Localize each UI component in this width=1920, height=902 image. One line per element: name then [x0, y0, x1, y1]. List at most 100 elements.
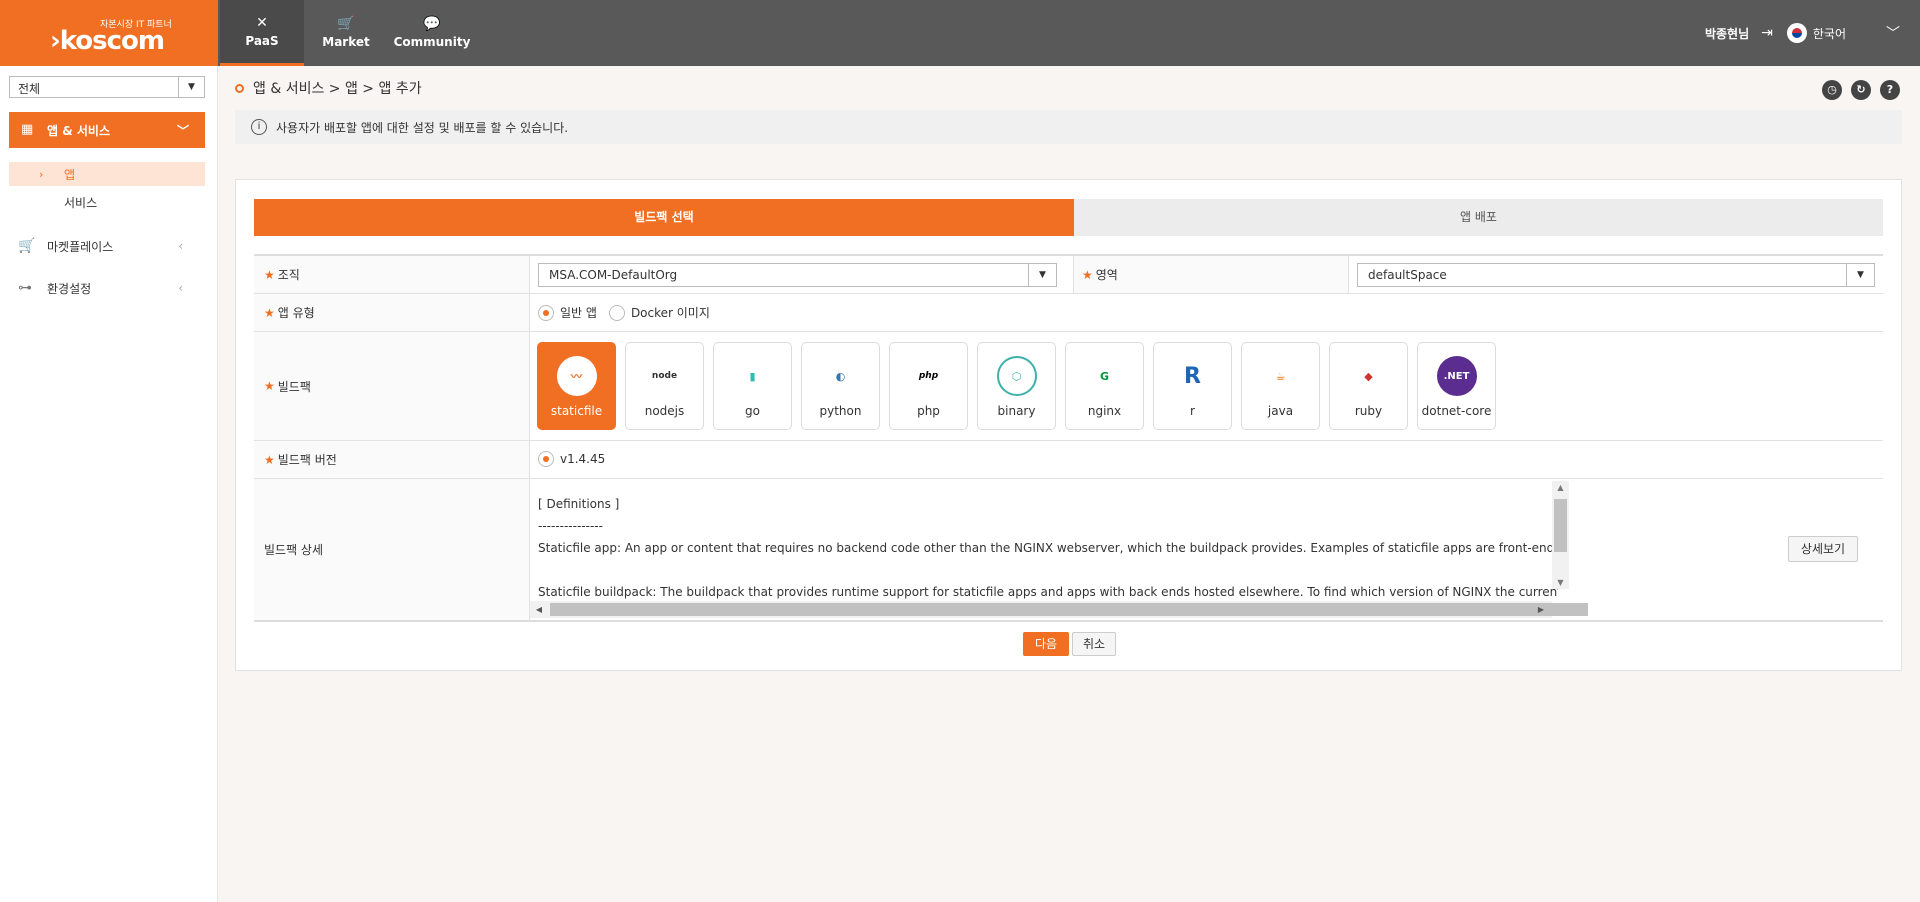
logout-icon[interactable]: ⇥	[1761, 25, 1773, 41]
breadcrumb-dot-icon	[235, 83, 244, 93]
radio-label: 일반 앱	[560, 306, 597, 320]
app-type-general-radio[interactable]: 일반 앱	[538, 304, 597, 321]
scroll-right-icon[interactable]: ▶	[1534, 601, 1548, 618]
breadcrumb: 앱 & 서비스 > 앱 > 앱 추가	[235, 78, 422, 98]
buildpack-php[interactable]: php php	[889, 342, 968, 430]
app-type-docker-radio[interactable]: Docker 이미지	[608, 304, 710, 321]
detail-line: [ Definitions ]	[538, 497, 620, 511]
detail-line: Staticfile buildpack: The buildpack that…	[538, 585, 1558, 599]
radio-label: Docker 이미지	[630, 306, 710, 320]
buildpack-java[interactable]: ☕ java	[1241, 342, 1320, 430]
horizontal-scrollbar[interactable]: ◀ ▶	[530, 601, 1588, 618]
buildpack-name: go	[745, 404, 760, 418]
nodejs-icon: node	[651, 371, 678, 381]
nav-market[interactable]: 🛒 Market	[304, 0, 388, 66]
nav-paas[interactable]: ✕ PaaS	[220, 0, 304, 66]
user-name[interactable]: 박종현님	[1705, 25, 1749, 42]
buildpack-nodejs[interactable]: node nodejs	[625, 342, 704, 430]
apps-grid-icon: ▦	[21, 122, 34, 137]
buildpack-name: r	[1190, 404, 1195, 418]
nav-paas-label: PaaS	[245, 33, 279, 48]
nginx-icon: G	[1099, 369, 1110, 383]
buildpack-detail-textarea[interactable]: [ Definitions ] --------------- Staticfi…	[530, 479, 1588, 622]
buildpack-python[interactable]: ◐ python	[801, 342, 880, 430]
buildpack-staticfile[interactable]: 〰 staticfile	[537, 342, 616, 430]
sidebar-subitem-label: 앱	[64, 167, 76, 182]
buildpack-name: nodejs	[644, 404, 685, 418]
buildpack-ruby[interactable]: ◆ ruby	[1329, 342, 1408, 430]
staticfile-icon: 〰	[556, 356, 597, 396]
scroll-down-icon[interactable]: ▼	[1552, 578, 1569, 587]
view-detail-button[interactable]: 상세보기	[1788, 536, 1858, 562]
space-select[interactable]: defaultSpace ▼	[1357, 263, 1875, 287]
refresh-icon[interactable]: ↻	[1851, 80, 1871, 100]
buildpack-r[interactable]: R r	[1153, 342, 1232, 430]
vertical-scrollbar[interactable]: ▲ ▼	[1552, 481, 1569, 589]
scroll-thumb[interactable]	[550, 603, 1588, 616]
buildpack-name: ruby	[1354, 404, 1383, 418]
main-nav: ✕ PaaS 🛒 Market 💬 Community	[220, 0, 476, 66]
caret-down-icon: ▼	[178, 77, 204, 97]
detail-line	[538, 559, 1558, 581]
php-icon: php	[918, 371, 939, 381]
korea-flag-icon	[1786, 23, 1807, 43]
cart-icon: 🛒	[18, 238, 36, 254]
koscom-logo[interactable]: 자본시장 IT 파트너 ›koscom	[0, 0, 218, 66]
sidebar-subitem-service[interactable]: 서비스	[9, 190, 205, 214]
sidebar-subitem-app[interactable]: › 앱	[9, 162, 205, 186]
language-label[interactable]: 한국어	[1813, 25, 1846, 42]
next-button[interactable]: 다음	[1023, 632, 1069, 656]
buildpack-name: dotnet-core	[1421, 404, 1492, 418]
buildpack-name: staticfile	[550, 404, 603, 418]
buildpack-dotnet-core[interactable]: .NET dotnet-core	[1417, 342, 1496, 430]
form-actions: 다음 취소	[236, 632, 1903, 656]
info-text: 사용자가 배포할 앱에 대한 설정 및 배포를 할 수 있습니다.	[276, 120, 569, 135]
radio-checked-icon	[538, 304, 554, 321]
buildpack-label: ★ 빌드팩	[254, 332, 530, 440]
caret-down-icon: ▼	[1028, 264, 1056, 286]
scroll-thumb[interactable]	[1554, 499, 1567, 552]
radio-unchecked-icon	[608, 304, 625, 321]
java-icon: ☕	[1275, 369, 1286, 383]
app-type-options: 일반 앱 Docker 이미지	[538, 304, 722, 321]
detail-text: [ Definitions ] --------------- Staticfi…	[538, 493, 1558, 603]
scroll-left-icon[interactable]: ◀	[532, 601, 546, 618]
form-row-detail: 빌드팩 상세 [ Definitions ] --------------- S…	[254, 479, 1883, 622]
buildpack-name: java	[1267, 404, 1294, 418]
dotnet-icon: .NET	[1436, 356, 1477, 396]
org-label: ★ 조직	[254, 256, 530, 293]
sidebar-item-settings[interactable]: ⊶ 환경설정 ‹	[9, 274, 205, 302]
sidebar-item-app-service[interactable]: ▦ 앱 & 서비스 ﹀	[9, 112, 205, 148]
chevron-left-icon: ‹	[178, 281, 183, 295]
buildpack-nginx[interactable]: G nginx	[1065, 342, 1144, 430]
app-form: ★ 조직 MSA.COM-DefaultOrg ▼ ★ 영역 defaultSpac…	[254, 254, 1883, 622]
chevron-down-icon[interactable]: ﹀	[1886, 23, 1900, 43]
buildpack-binary[interactable]: ⬡ binary	[977, 342, 1056, 430]
top-navigation-bar: 자본시장 IT 파트너 ›koscom ✕ PaaS 🛒 Market 💬 Co…	[0, 0, 1920, 66]
chevron-right-icon: ›	[39, 167, 44, 181]
chevron-left-icon: ‹	[178, 239, 183, 253]
org-select[interactable]: MSA.COM-DefaultOrg ▼	[538, 263, 1057, 287]
nav-community[interactable]: 💬 Community	[388, 0, 476, 66]
history-icon[interactable]: ◷	[1822, 80, 1842, 100]
detail-line: Staticfile app: An app or content that r…	[538, 541, 1558, 555]
r-icon: R	[1184, 363, 1201, 389]
form-row-app-type: ★ 앱 유형 일반 앱 Docker 이미지	[254, 294, 1883, 332]
scope-select[interactable]: 전체 ▼	[9, 76, 205, 98]
step-buildpack-select: 빌드팩 선택	[254, 199, 1088, 236]
app-add-panel: 빌드팩 선택 앱 배포 ★ 조직 MSA.COM-DefaultOrg ▼ ★ 영역…	[235, 179, 1902, 671]
help-icon[interactable]: ?	[1880, 80, 1900, 100]
scope-select-value: 전체	[18, 82, 41, 96]
version-radio[interactable]: v1.4.45	[538, 451, 605, 467]
buildpack-go[interactable]: ▮ go	[713, 342, 792, 430]
sidebar-item-label: 마켓플레이스	[47, 239, 114, 254]
scroll-up-icon[interactable]: ▲	[1552, 483, 1569, 492]
app-type-label: ★ 앱 유형	[254, 294, 530, 331]
space-select-value: defaultSpace	[1368, 268, 1447, 282]
sidebar: 전체 ▼ ▦ 앱 & 서비스 ﹀ › 앱 서비스 🛒 마켓플레이스 ‹ ⊶ 환경…	[0, 66, 218, 902]
sidebar-item-marketplace[interactable]: 🛒 마켓플레이스 ‹	[9, 232, 205, 260]
cancel-button[interactable]: 취소	[1072, 632, 1116, 656]
buildpack-list: 〰 staticfile node nodejs ▮ go ◐ python p…	[537, 342, 1505, 430]
info-banner: i 사용자가 배포할 앱에 대한 설정 및 배포를 할 수 있습니다.	[235, 110, 1902, 144]
buildpack-name: nginx	[1087, 404, 1122, 418]
